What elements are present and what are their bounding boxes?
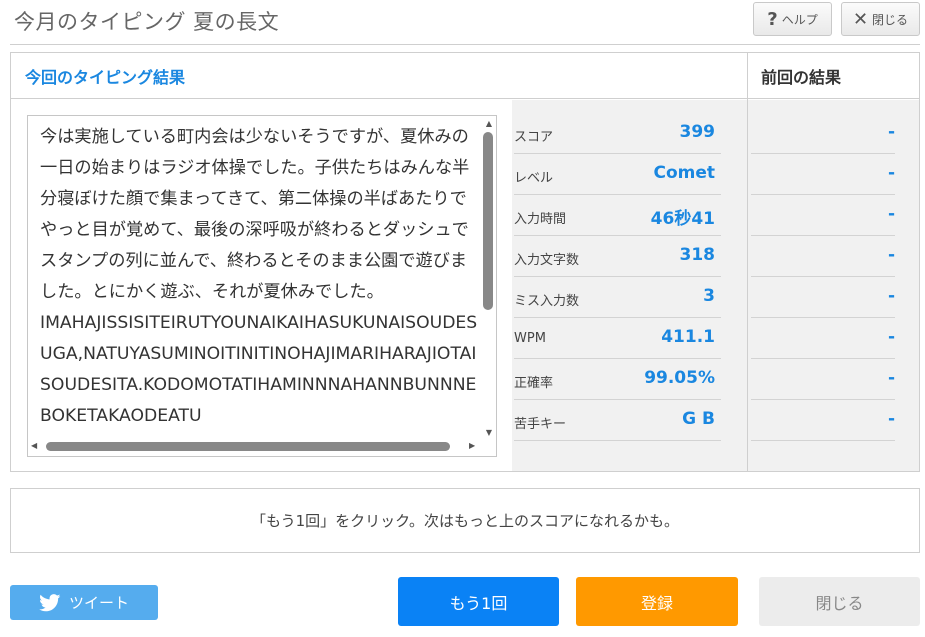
- scroll-right-arrow-icon[interactable]: ▶: [469, 441, 475, 450]
- stat-label: スコア: [514, 130, 554, 145]
- previous-stat-row: -: [751, 277, 895, 318]
- stat-row: 入力時間 46秒41: [514, 195, 721, 236]
- stat-value: 411.1: [661, 327, 715, 347]
- stat-label: WPM: [514, 331, 546, 346]
- stat-row: ミス入力数 3: [514, 277, 721, 318]
- header-divider: [10, 44, 920, 45]
- previous-stat-row: -: [751, 195, 895, 236]
- close-button[interactable]: 閉じる: [759, 577, 920, 626]
- stat-label: レベル: [514, 171, 554, 186]
- column-divider: [747, 53, 748, 471]
- stat-value: Comet: [653, 163, 715, 183]
- typed-text-box[interactable]: 今は実施している町内会は少ないそうですが、夏休みの一日の始まりはラジオ体操でした…: [27, 115, 497, 457]
- close-top-label: 閉じる: [872, 12, 909, 27]
- stat-row: 正確率 99.05%: [514, 359, 721, 400]
- help-button[interactable]: ? ヘルプ: [753, 2, 832, 36]
- stat-row: 苦手キー G B: [514, 400, 721, 441]
- twitter-bird-icon: [39, 593, 61, 611]
- encouragement-message: 「もう1回」をクリック。次はもっと上のスコアになれるかも。: [10, 488, 920, 553]
- stat-label: 入力時間: [514, 212, 567, 227]
- tweet-button[interactable]: ツイート: [10, 585, 158, 620]
- previous-stat-value: -: [887, 204, 895, 224]
- previous-stat-value: -: [887, 245, 895, 265]
- scroll-left-arrow-icon[interactable]: ◀: [31, 441, 37, 450]
- stat-row: スコア 399: [514, 113, 721, 154]
- previous-stat-row: -: [751, 154, 895, 195]
- stat-row: 入力文字数 318: [514, 236, 721, 277]
- scroll-down-arrow-icon[interactable]: ▼: [486, 428, 492, 437]
- vertical-scroll-thumb[interactable]: [483, 132, 493, 310]
- horizontal-scroll-thumb[interactable]: [46, 442, 450, 451]
- current-results-heading: 今回のタイピング結果: [25, 68, 186, 87]
- stat-label: ミス入力数: [514, 294, 580, 309]
- tweet-label: ツイート: [68, 594, 129, 612]
- register-button[interactable]: 登録: [576, 577, 738, 626]
- previous-results-heading: 前回の結果: [761, 68, 842, 87]
- question-icon: ?: [767, 8, 778, 30]
- previous-stat-value: -: [887, 286, 895, 306]
- scroll-up-arrow-icon[interactable]: ▲: [486, 119, 492, 128]
- page-title: 今月のタイピング 夏の長文: [14, 10, 280, 34]
- stat-label: 正確率: [514, 376, 554, 391]
- stat-row: レベル Comet: [514, 154, 721, 195]
- stat-row: WPM 411.1: [514, 318, 721, 359]
- previous-stat-row: -: [751, 400, 895, 441]
- stat-value: 99.05%: [644, 368, 715, 388]
- previous-stat-row: -: [751, 318, 895, 359]
- previous-stat-row: -: [751, 359, 895, 400]
- help-label: ヘルプ: [781, 12, 818, 27]
- stat-value: 399: [679, 122, 716, 142]
- previous-stat-row: -: [751, 236, 895, 277]
- previous-stat-value: -: [887, 163, 895, 183]
- previous-stat-value: -: [887, 122, 895, 142]
- previous-stat-value: -: [887, 368, 895, 388]
- retry-button[interactable]: もう1回: [398, 577, 559, 626]
- stat-label: 苦手キー: [514, 417, 567, 432]
- close-top-button[interactable]: ✕ 閉じる: [841, 2, 920, 36]
- typed-text: 今は実施している町内会は少ないそうですが、夏休みの一日の始まりはラジオ体操でした…: [40, 127, 478, 426]
- stat-value: 46秒41: [650, 209, 715, 229]
- previous-stat-value: -: [887, 409, 895, 429]
- stat-value: 3: [703, 286, 715, 306]
- previous-stat-row: -: [751, 113, 895, 154]
- close-icon: ✕: [852, 8, 869, 30]
- stat-value: G B: [682, 409, 715, 429]
- stat-value: 318: [679, 245, 716, 265]
- stat-label: 入力文字数: [514, 253, 580, 268]
- previous-stat-value: -: [887, 327, 895, 347]
